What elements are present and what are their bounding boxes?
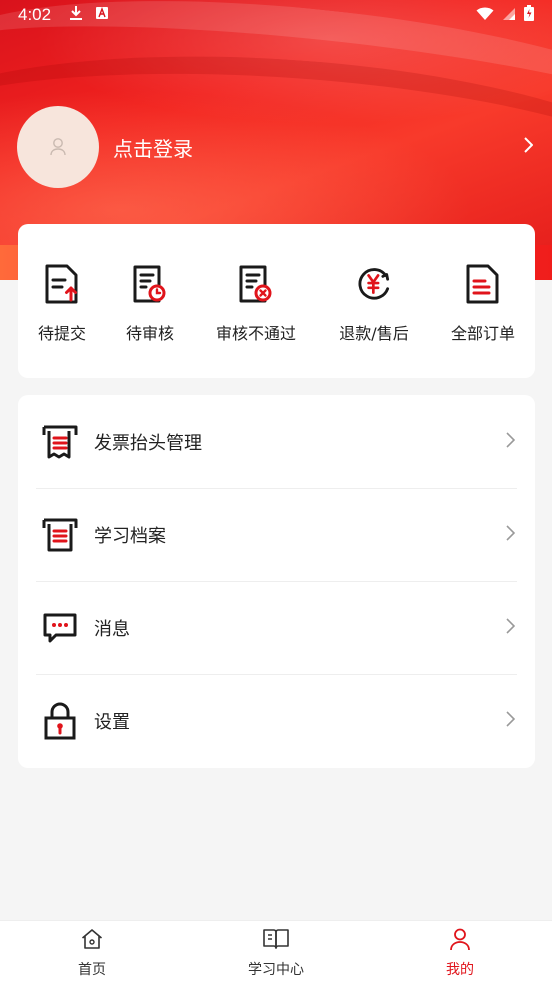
tab-label: 首页	[78, 962, 106, 978]
tab-learning-center[interactable]: 学习中心	[248, 927, 304, 979]
order-pending-review[interactable]: 待审核	[126, 262, 174, 344]
invoice-icon	[40, 422, 80, 462]
order-status-card: 待提交 待审核 审核不通过 退款/售后 全部订单	[18, 224, 535, 378]
menu-item-messages[interactable]: 消息	[36, 581, 517, 674]
order-label: 审核不通过	[215, 324, 297, 343]
menu-item-settings[interactable]: 设置	[36, 674, 517, 767]
login-row[interactable]: 点击登录	[17, 106, 535, 188]
tab-home[interactable]: 首页	[78, 927, 106, 979]
tab-mine[interactable]: 我的	[446, 927, 474, 979]
keyboard-a-icon	[95, 6, 109, 24]
chevron-right-icon	[505, 710, 516, 731]
menu-item-learning-archive[interactable]: 学习档案	[36, 488, 517, 581]
home-icon	[80, 927, 104, 955]
chevron-right-icon	[505, 431, 516, 452]
order-review-rejected[interactable]: 审核不通过	[216, 262, 296, 344]
order-refund-aftersale[interactable]: 退款/售后	[339, 262, 409, 344]
signal-icon	[502, 6, 516, 25]
order-label: 待提交	[37, 324, 87, 343]
book-icon	[262, 927, 290, 955]
status-right-icons	[476, 5, 534, 25]
login-label[interactable]: 点击登录	[113, 133, 193, 162]
status-bar: 4:02	[0, 0, 552, 30]
order-all[interactable]: 全部订单	[451, 262, 515, 344]
archive-icon	[40, 515, 80, 555]
status-time: 4:02	[18, 5, 52, 24]
avatar-person-icon	[50, 138, 66, 156]
doc-list-icon	[463, 262, 503, 306]
download-icon	[69, 5, 83, 25]
message-icon	[40, 608, 80, 648]
chevron-right-icon	[505, 617, 516, 638]
tab-label: 我的	[446, 962, 474, 978]
lock-icon	[40, 701, 80, 741]
menu-item-label: 发票抬头管理	[94, 432, 202, 454]
menu-item-label: 设置	[94, 711, 130, 733]
menu-card: 发票抬头管理 学习档案 消息 设置	[18, 395, 535, 768]
doc-reject-icon	[236, 262, 276, 306]
chevron-right-icon	[523, 137, 534, 157]
menu-item-label: 消息	[94, 618, 130, 640]
wifi-icon	[476, 6, 494, 25]
menu-item-label: 学习档案	[94, 525, 166, 547]
battery-icon	[524, 5, 534, 25]
avatar[interactable]	[17, 106, 99, 188]
doc-clock-icon	[130, 262, 170, 306]
tab-label: 学习中心	[248, 962, 304, 978]
bottom-tab-bar: 首页 学习中心 我的	[0, 920, 552, 983]
doc-upload-icon	[42, 262, 82, 306]
yuan-refund-icon	[354, 262, 394, 306]
order-label: 全部订单	[450, 324, 516, 343]
order-label: 待审核	[125, 324, 175, 343]
chevron-right-icon	[505, 524, 516, 545]
user-icon	[448, 927, 472, 955]
order-label: 退款/售后	[339, 324, 409, 343]
menu-item-invoice-header[interactable]: 发票抬头管理	[36, 395, 517, 488]
order-pending-submit[interactable]: 待提交	[38, 262, 86, 344]
